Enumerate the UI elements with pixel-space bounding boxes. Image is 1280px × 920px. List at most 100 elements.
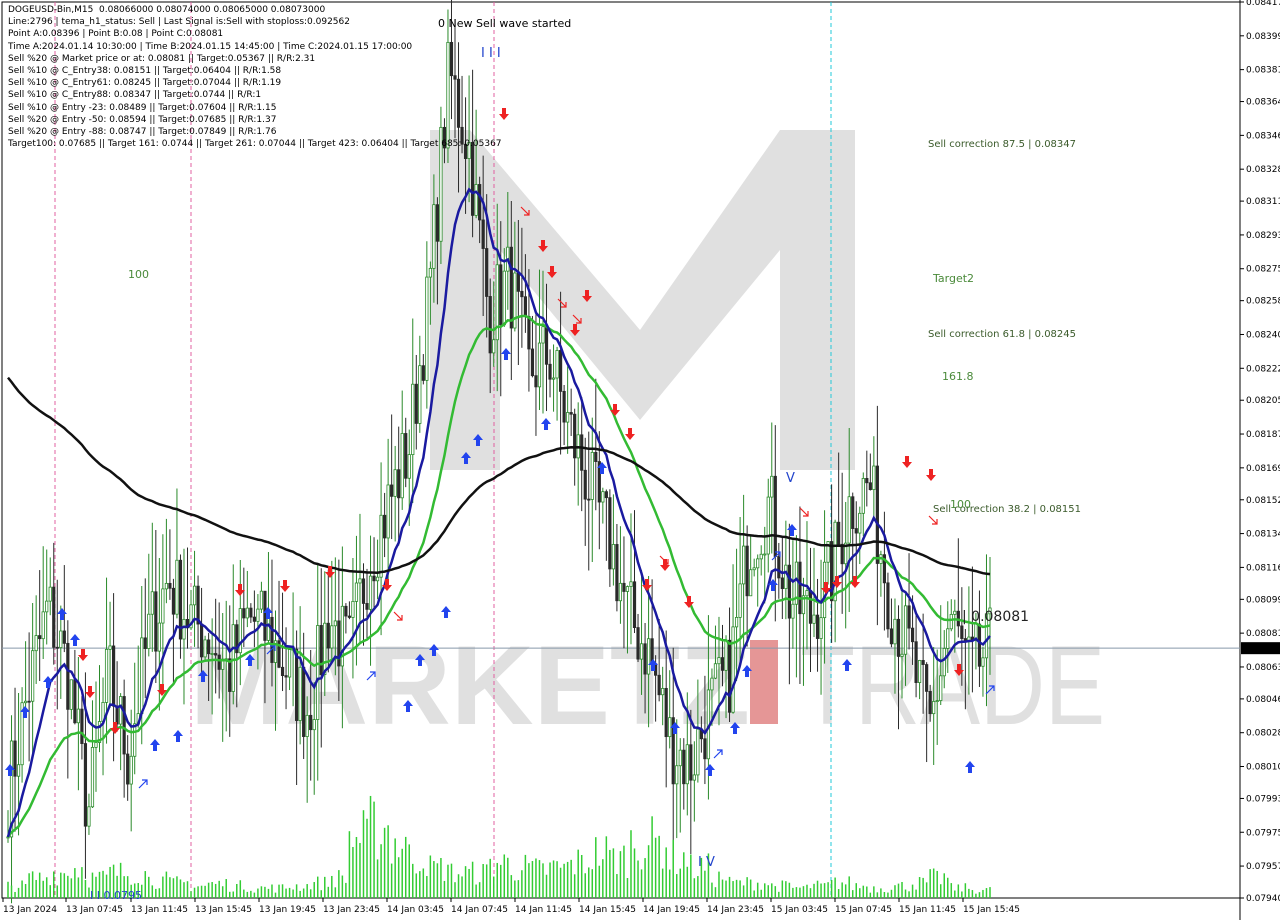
candle-body (20, 702, 24, 766)
candle-body (932, 701, 936, 715)
candle-body (752, 567, 756, 571)
candle-body (815, 614, 820, 639)
candle-body (981, 657, 985, 667)
candle-body (368, 575, 373, 610)
price-tick-label: 0.08293 (1246, 231, 1280, 241)
candle-body (333, 620, 337, 627)
candle-body (636, 627, 640, 660)
candle-body (738, 583, 742, 618)
candle-body (590, 451, 594, 500)
candle-body (435, 204, 440, 242)
candle-body (819, 617, 823, 639)
candle-body (309, 714, 313, 731)
price-tick-label: 0.08399 (1246, 32, 1280, 42)
candle-body (914, 641, 918, 683)
candle-body (632, 581, 637, 628)
candle-body (302, 666, 306, 737)
price-tick-label: 0.08205 (1246, 396, 1280, 406)
candle-body (207, 639, 211, 655)
candle-body (249, 607, 253, 618)
candle-body (34, 635, 38, 652)
candle-body (133, 723, 137, 757)
candle-body (319, 625, 323, 675)
candle-body (256, 608, 260, 622)
candle-body (872, 465, 876, 491)
price-tick-label: 0.08063 (1246, 663, 1280, 673)
time-tick-label: 13 Jan 07:45 (66, 905, 123, 915)
point-c-label: | 0.08081 (962, 609, 1029, 625)
candle-body (935, 700, 939, 702)
candle-body (942, 648, 946, 677)
candle-body (115, 705, 119, 725)
current-price-label: 0.08073 (1243, 644, 1280, 654)
candle-body (210, 653, 214, 655)
candle-body (886, 582, 890, 630)
candle-body (657, 674, 661, 696)
candle-body (492, 339, 496, 354)
candle-body (713, 663, 718, 679)
candle-body (94, 742, 98, 748)
wave-v-label: V (786, 471, 795, 486)
candle-body (55, 646, 59, 649)
candle-body (756, 558, 760, 569)
candle-body (731, 626, 735, 713)
candle-body (150, 591, 154, 615)
watermark-text-right: TRADE (800, 623, 1105, 748)
fib-100-left-label: 100 (128, 268, 149, 281)
candle-body (122, 696, 126, 755)
info-line: Sell %20 @ Entry -88: 0.08747 || Target:… (8, 127, 277, 138)
time-tick-label: 15 Jan 11:45 (899, 905, 956, 915)
candle-body (83, 743, 88, 827)
candle-body (900, 653, 904, 657)
price-tick-label: 0.08328 (1246, 165, 1280, 175)
candle-body (41, 611, 45, 640)
candle-body (734, 616, 739, 628)
candle-body (808, 590, 813, 624)
candle-body (143, 637, 147, 649)
candle-body (330, 625, 334, 649)
candle-body (485, 248, 489, 297)
candle-body (108, 645, 112, 650)
watermark-red-bar (750, 640, 778, 724)
info-line: Target100: 0.07685 || Target 161: 0.0744… (8, 139, 502, 150)
candle-body (104, 648, 109, 703)
candle-body (664, 688, 668, 738)
candle-body (963, 638, 967, 641)
candle-body (527, 316, 531, 350)
candle-body (851, 496, 855, 529)
candle-body (386, 484, 390, 539)
candle-body (351, 600, 355, 618)
candle-body (703, 738, 707, 760)
candle-body (910, 627, 915, 643)
price-tick-label: 0.08381 (1246, 66, 1280, 76)
wave-iv-label: I V (698, 855, 715, 870)
candle-body (372, 575, 376, 582)
candle-body (266, 616, 271, 641)
candle-body (38, 635, 42, 640)
candle-body (326, 622, 330, 649)
info-line: Sell %10 @ C_Entry38: 0.08151 || Target:… (8, 66, 282, 77)
candle-body (573, 413, 577, 459)
candle-body (66, 642, 70, 710)
candle-body (119, 696, 123, 725)
price-tick-label: 0.08311 (1246, 197, 1280, 207)
candle-body (903, 605, 908, 655)
info-line: Sell %10 @ C_Entry61: 0.08245 || Target:… (8, 78, 282, 89)
candle-body (284, 675, 288, 678)
candle-body (270, 616, 274, 663)
candle-body (164, 582, 168, 590)
candle-body (925, 664, 929, 692)
candle-body (245, 607, 249, 619)
candle-body (390, 484, 394, 497)
info-line: Point A:0.08396 | Point B:0.08 | Point C… (8, 29, 224, 40)
candle-body (397, 469, 401, 499)
candle-body (523, 296, 527, 317)
time-tick-label: 14 Jan 15:45 (579, 905, 636, 915)
candle-body (639, 643, 644, 660)
candle-body (759, 553, 763, 560)
candle-body (720, 657, 725, 671)
candle-body (287, 649, 292, 678)
candle-body (316, 625, 320, 720)
candle-body (48, 586, 52, 602)
candle-body (90, 747, 95, 808)
